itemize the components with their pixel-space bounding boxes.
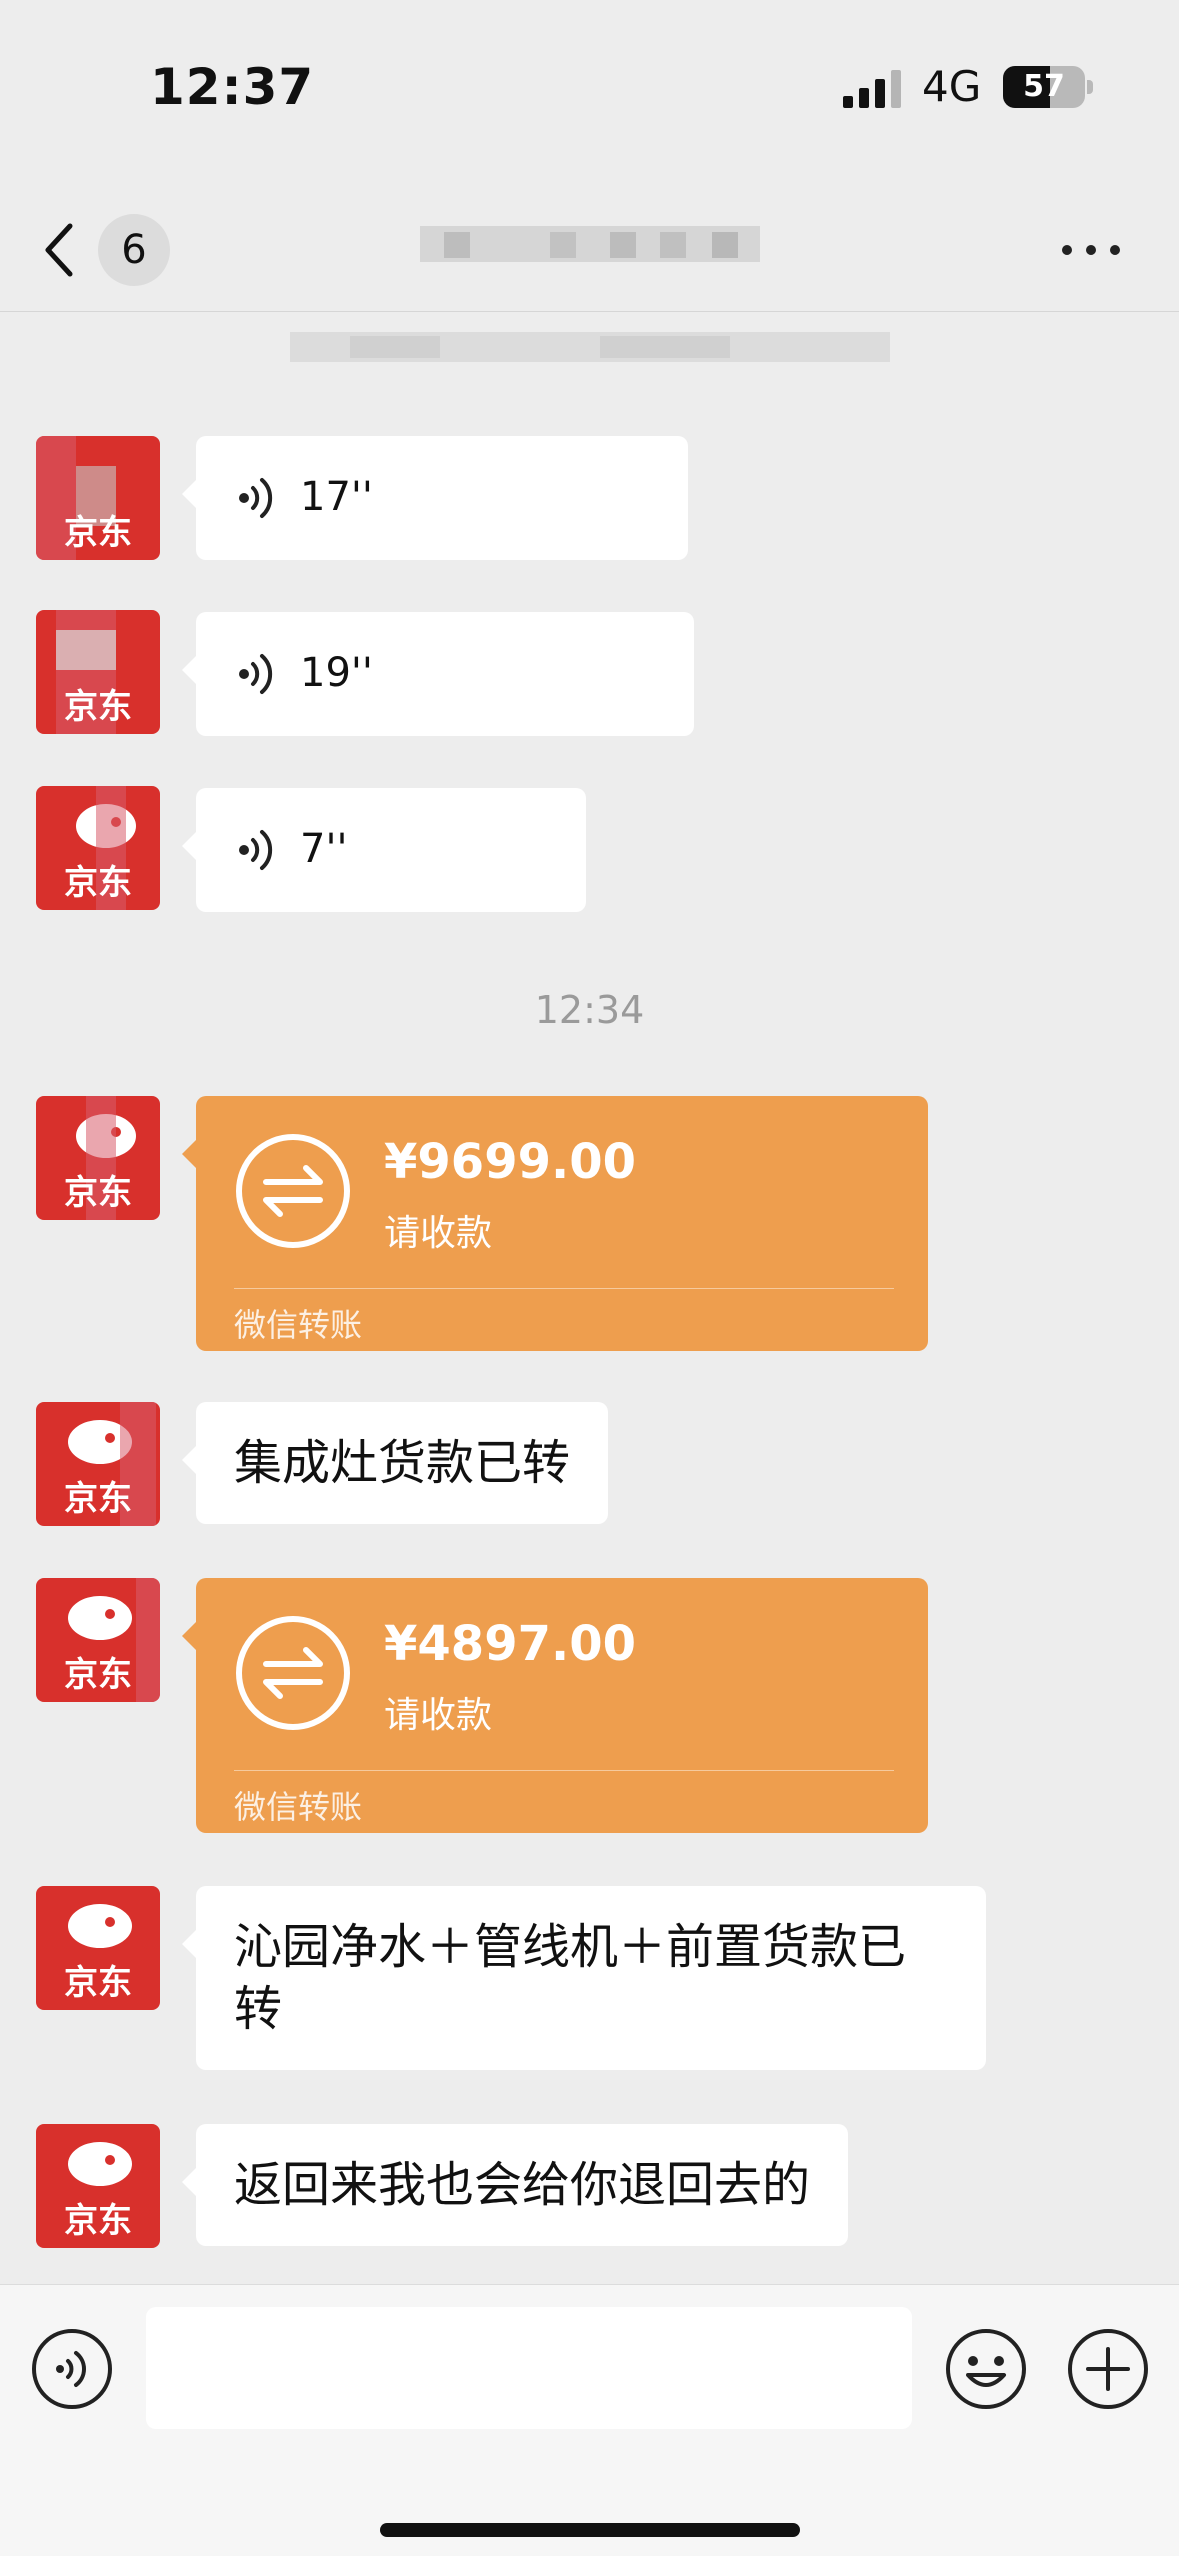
plus-icon[interactable] [1066,2327,1150,2411]
home-indicator[interactable] [380,2523,800,2537]
back-arrow-icon [45,223,73,277]
avatar-label: 京东 [64,1173,132,1213]
transfer-arrows-icon [236,1134,350,1248]
voice-duration: 17'' [300,474,373,520]
voice-wave-icon [239,654,273,694]
transfer-label: 微信转账 [234,1306,363,1344]
battery-level: 57 [1023,69,1065,104]
avatar-label: 京东 [64,687,132,727]
status-time: 12:37 [150,58,315,116]
avatar-label: 京东 [64,513,132,553]
avatar[interactable]: 京东 [36,1096,160,1220]
avatar-label: 京东 [64,2201,132,2241]
avatar[interactable]: 京东 [36,786,160,910]
transfer-label: 微信转账 [234,1788,363,1826]
transfer-arrows-icon [236,1616,350,1730]
message-input[interactable] [146,2307,912,2429]
avatar[interactable]: 京东 [36,1578,160,1702]
transfer-amount: ¥4897.00 [384,1616,637,1672]
transfer-status: 请收款 [384,1695,493,1736]
text-message[interactable]: 返回来我也会给你退回去的 [181,2124,849,2246]
voice-message[interactable]: 7'' [182,788,586,912]
avatar[interactable]: 京东 [36,436,160,560]
more-icon [1062,245,1072,255]
avatar-label: 京东 [64,1655,132,1695]
time-divider: 12:34 [534,988,645,1032]
voice-message[interactable]: 19'' [182,612,694,736]
transfer-card[interactable]: ¥4897.00 请收款 微信转账 [182,1578,928,1833]
chat-title-blurred[interactable] [420,210,760,274]
voice-duration: 7'' [300,826,348,872]
notice-blurred [270,322,910,368]
transfer-status: 请收款 [384,1213,493,1254]
signal-icon [843,70,901,108]
transfer-divider [234,1770,894,1771]
battery-tip [1087,80,1093,94]
avatar[interactable]: 京东 [36,1402,160,1526]
transfer-amount: ¥9699.00 [384,1134,637,1190]
voice-wave-icon [239,830,273,870]
transfer-card[interactable]: ¥9699.00 请收款 微信转账 [182,1096,928,1351]
network-type: 4G [922,62,982,111]
avatar-label: 京东 [64,863,132,903]
avatar-label: 京东 [64,1963,132,2003]
avatar[interactable]: 京东 [36,610,160,734]
chat-input-bar [0,2284,1179,2556]
more-options-button[interactable] [1062,235,1122,265]
avatar[interactable]: 京东 [36,1886,160,2010]
avatar-label: 京东 [64,1479,132,1519]
chat-nav-bar: 6 [0,180,1179,312]
emoji-icon[interactable] [944,2327,1028,2411]
text-message[interactable]: 集成灶货款已转 [181,1402,609,1524]
avatar[interactable]: 京东 [36,2124,160,2248]
battery-icon: 57 [1003,66,1085,108]
voice-message[interactable]: 17'' [182,436,688,560]
voice-input-button[interactable] [30,2327,114,2411]
transfer-divider [234,1288,894,1289]
voice-duration: 19'' [300,650,373,696]
status-bar: 12:37 4G 57 [0,0,1179,170]
unread-count-badge: 6 [98,214,170,286]
text-message[interactable]: 沁园净水＋管线机＋前置货款已转 [182,1886,986,2070]
voice-wave-icon [239,478,273,518]
back-button[interactable]: 6 [40,210,170,290]
